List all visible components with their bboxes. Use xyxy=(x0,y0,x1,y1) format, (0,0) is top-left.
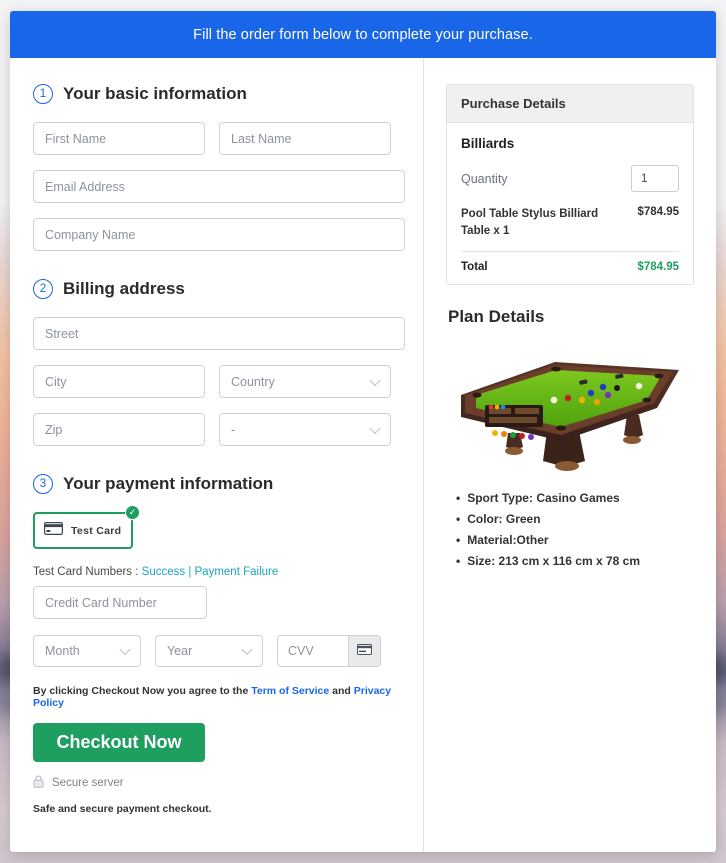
pool-table-photo xyxy=(446,345,694,475)
name-row: First Name Last Name xyxy=(33,122,405,155)
line-item-name: Pool Table Stylus Billiard Table x 1 xyxy=(461,208,599,237)
city-input[interactable]: City xyxy=(33,365,205,398)
test-card-success-link[interactable]: Success xyxy=(142,566,185,578)
step-number-1: 1 xyxy=(33,84,53,104)
step-number-2: 2 xyxy=(33,279,53,299)
total-divider xyxy=(461,251,679,253)
country-select[interactable]: Country xyxy=(219,365,391,398)
test-card-numbers-row: Test Card Numbers : Success | Payment Fa… xyxy=(33,566,405,578)
zip-state-row: Zip - xyxy=(33,413,405,446)
credit-card-number-input[interactable]: Credit Card Number xyxy=(33,586,207,619)
quantity-label: Quantity xyxy=(461,171,508,186)
state-select[interactable]: - xyxy=(219,413,391,446)
expiry-cvv-row: Month Year CVV xyxy=(33,635,405,667)
zip-placeholder: Zip xyxy=(45,422,63,437)
company-row: Company Name xyxy=(33,218,405,251)
summary-column: Purchase Details Billiards Quantity 1 Po… xyxy=(424,58,716,852)
last-name-placeholder: Last Name xyxy=(231,131,292,146)
list-item: Size: 213 cm x 116 cm x 78 cm xyxy=(456,554,694,568)
purchase-details-heading: Purchase Details xyxy=(447,85,693,123)
step-number-3: 3 xyxy=(33,474,53,494)
street-row: Street xyxy=(33,317,405,350)
safe-checkout-note: Safe and secure payment checkout. xyxy=(33,803,212,815)
checkout-card: Fill the order form below to complete yo… xyxy=(10,11,716,852)
chevron-down-icon xyxy=(369,422,381,434)
email-row: Email Address xyxy=(33,170,405,203)
section-header-basic-information: 1 Your basic information xyxy=(33,84,405,104)
first-name-placeholder: First Name xyxy=(45,131,107,146)
checkout-now-button[interactable]: Checkout Now xyxy=(33,723,205,762)
page-banner: Fill the order form below to complete yo… xyxy=(10,11,716,58)
list-item: Sport Type: Casino Games xyxy=(456,491,694,505)
plan-details-bullet-list: Sport Type: Casino Games Color: Green Ma… xyxy=(446,491,694,568)
line-item-price: $784.95 xyxy=(637,206,679,218)
zip-input[interactable]: Zip xyxy=(33,413,205,446)
quantity-value: 1 xyxy=(641,172,648,185)
lock-icon xyxy=(33,775,44,791)
expiry-year-value: Year xyxy=(167,644,193,658)
city-country-row: City Country xyxy=(33,365,405,398)
payment-method-label: Test Card xyxy=(71,524,122,537)
terms-prefix: By clicking Checkout Now you agree to th… xyxy=(33,685,252,697)
street-input[interactable]: Street xyxy=(33,317,405,350)
order-form-column: 1 Your basic information First Name Last… xyxy=(10,58,424,852)
chevron-down-icon xyxy=(241,643,253,656)
section-header-billing-address: 2 Billing address xyxy=(33,279,405,299)
cvv-field-group: CVV xyxy=(277,635,381,667)
chevron-down-icon xyxy=(119,643,131,656)
test-card-numbers-label: Test Card Numbers : xyxy=(33,566,142,578)
credit-card-icon xyxy=(44,521,63,540)
expiry-month-select[interactable]: Month xyxy=(33,635,141,667)
product-group-name: Billiards xyxy=(461,136,515,151)
check-circle-icon: ✓ xyxy=(125,505,140,520)
expiry-year-select[interactable]: Year xyxy=(155,635,263,667)
first-name-input[interactable]: First Name xyxy=(33,122,205,155)
payment-method-option-wrapper: Test Card ✓ xyxy=(33,505,140,549)
plan-details-heading: Plan Details xyxy=(448,307,545,327)
secure-server-label: Secure server xyxy=(52,777,124,789)
purchase-details-panel: Purchase Details Billiards Quantity 1 Po… xyxy=(446,84,694,286)
street-placeholder: Street xyxy=(45,326,79,341)
email-placeholder: Email Address xyxy=(45,179,125,194)
payment-method-test-card[interactable]: Test Card xyxy=(33,512,133,549)
terms-conjunction: and xyxy=(329,685,354,697)
cvv-help-button[interactable] xyxy=(348,636,380,666)
banner-text: Fill the order form below to complete yo… xyxy=(193,26,533,43)
credit-card-number-placeholder: Credit Card Number xyxy=(45,595,157,610)
test-card-separator: | xyxy=(185,566,195,578)
section-header-payment-information: 3 Your payment information xyxy=(33,474,405,494)
state-selected-value: - xyxy=(231,422,236,437)
section-title-basic-information: Your basic information xyxy=(63,84,247,103)
quantity-input[interactable]: 1 xyxy=(631,165,679,192)
line-item-row: Pool Table Stylus Billiard Table x 1 $78… xyxy=(461,206,679,239)
cvv-input[interactable]: CVV xyxy=(278,636,348,666)
chevron-down-icon xyxy=(369,374,381,386)
section-title-billing-address: Billing address xyxy=(63,279,185,298)
list-item: Material:Other xyxy=(456,533,694,547)
email-input[interactable]: Email Address xyxy=(33,170,405,203)
company-name-input[interactable]: Company Name xyxy=(33,218,405,251)
total-row: Total $784.95 xyxy=(461,261,679,273)
list-item: Color: Green xyxy=(456,512,694,526)
credit-card-icon xyxy=(357,642,372,660)
city-placeholder: City xyxy=(45,374,67,389)
cvv-placeholder: CVV xyxy=(288,644,314,658)
term-of-service-link[interactable]: Term of Service xyxy=(251,685,329,697)
total-value: $784.95 xyxy=(637,261,679,274)
quantity-row: Quantity 1 xyxy=(461,165,679,192)
total-label: Total xyxy=(461,261,488,274)
last-name-input[interactable]: Last Name xyxy=(219,122,391,155)
country-selected-value: Country xyxy=(231,374,275,389)
terms-agreement-text: By clicking Checkout Now you agree to th… xyxy=(33,685,405,709)
secure-server-note: Secure server xyxy=(33,775,405,791)
company-name-placeholder: Company Name xyxy=(45,227,136,242)
test-card-failure-link[interactable]: Payment Failure xyxy=(195,566,279,578)
section-title-payment-information: Your payment information xyxy=(63,474,274,493)
expiry-month-value: Month xyxy=(45,644,80,658)
